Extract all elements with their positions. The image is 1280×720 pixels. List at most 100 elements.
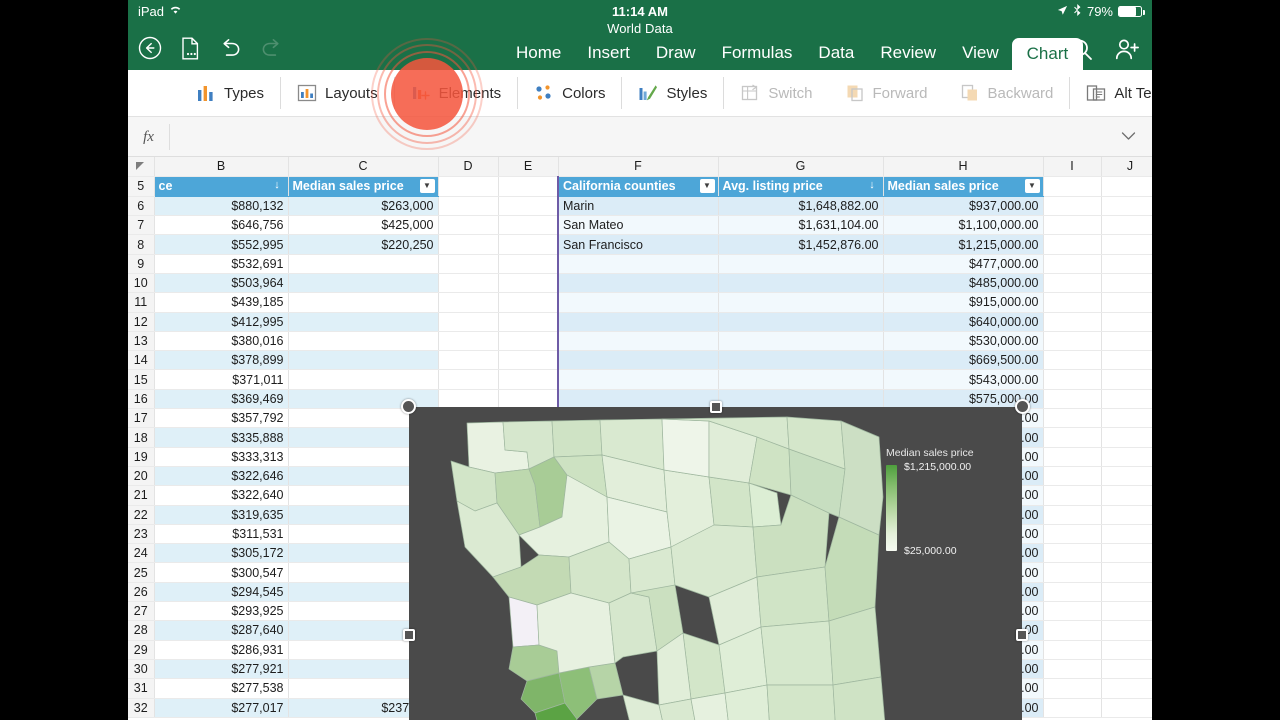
row-header[interactable]: 18 xyxy=(128,427,155,448)
cell-c[interactable] xyxy=(288,350,439,371)
cell-j[interactable] xyxy=(1101,678,1152,699)
table-row[interactable]: 7 $646,756 $425,000 San Mateo $1,631,104.00 $… xyxy=(128,215,1152,236)
cell-i[interactable] xyxy=(1043,196,1102,217)
row-header[interactable]: 10 xyxy=(128,273,155,294)
column-header-j[interactable]: J xyxy=(1101,157,1152,177)
row-header[interactable]: 29 xyxy=(128,640,155,660)
cell-b[interactable]: $369,469 xyxy=(154,389,289,410)
cell-j[interactable] xyxy=(1101,292,1152,313)
filter-dropdown-icon[interactable]: ▼ xyxy=(1024,179,1040,194)
cell-e[interactable] xyxy=(498,234,559,255)
cell-b[interactable]: $277,921 xyxy=(154,659,289,680)
cell-d[interactable] xyxy=(438,196,499,217)
cell-h[interactable]: $1,100,000.00 xyxy=(883,215,1044,236)
cell-i[interactable] xyxy=(1043,215,1102,236)
table-row[interactable]: 15 $371,011 $543,000.00 xyxy=(128,369,1152,390)
cell-j5[interactable] xyxy=(1101,176,1152,197)
cell-f[interactable] xyxy=(557,389,719,410)
cell-e[interactable] xyxy=(498,273,559,294)
cell-h[interactable]: $640,000.00 xyxy=(883,312,1044,332)
cell-i[interactable] xyxy=(1043,273,1102,294)
row-header[interactable]: 11 xyxy=(128,292,155,313)
cell-j[interactable] xyxy=(1101,562,1152,583)
cell-i[interactable] xyxy=(1043,543,1102,564)
cell-j[interactable] xyxy=(1101,408,1152,429)
table-header-cell-b[interactable]: ce ↓ xyxy=(154,176,289,197)
cell-i[interactable] xyxy=(1043,234,1102,255)
cell-i[interactable] xyxy=(1043,408,1102,429)
row-header[interactable]: 32 xyxy=(128,698,155,718)
cell-g[interactable] xyxy=(718,331,884,352)
ribbon-button-colors[interactable]: Colors xyxy=(517,77,621,109)
cell-i[interactable] xyxy=(1043,659,1102,680)
cell-i[interactable] xyxy=(1043,254,1102,274)
cell-j[interactable] xyxy=(1101,350,1152,371)
table-header-cell-c[interactable]: Median sales price ▼ xyxy=(288,176,439,197)
cell-c[interactable] xyxy=(288,273,439,294)
cell-e[interactable] xyxy=(498,369,559,390)
sort-descending-icon[interactable]: ↓ xyxy=(270,179,285,193)
cell-i[interactable] xyxy=(1043,369,1102,390)
ribbon-button-types[interactable]: Types xyxy=(180,77,280,109)
row-header[interactable]: 7 xyxy=(128,215,155,236)
row-header[interactable]: 22 xyxy=(128,505,155,525)
row-header[interactable]: 6 xyxy=(128,196,155,217)
row-header[interactable]: 24 xyxy=(128,543,155,564)
cell-j[interactable] xyxy=(1101,369,1152,390)
row-header[interactable]: 15 xyxy=(128,369,155,390)
cell-c[interactable] xyxy=(288,254,439,274)
cell-i[interactable] xyxy=(1043,350,1102,371)
cell-i[interactable] xyxy=(1043,389,1102,410)
cell-j[interactable] xyxy=(1101,196,1152,217)
cell-g[interactable]: $1,648,882.00 xyxy=(718,196,884,217)
cell-j[interactable] xyxy=(1101,331,1152,352)
table-header-cell-f[interactable]: California counties ▼ xyxy=(557,176,719,197)
cell-g[interactable] xyxy=(718,350,884,371)
cell-h[interactable]: $530,000.00 xyxy=(883,331,1044,352)
cell-i[interactable] xyxy=(1043,678,1102,699)
cell-j[interactable] xyxy=(1101,215,1152,236)
resize-handle-top-left[interactable] xyxy=(401,399,416,414)
row-header[interactable]: 26 xyxy=(128,582,155,603)
cell-b[interactable]: $322,640 xyxy=(154,485,289,506)
cell-j[interactable] xyxy=(1101,427,1152,448)
cell-e[interactable] xyxy=(498,312,559,332)
cell-d[interactable] xyxy=(438,312,499,332)
row-header[interactable]: 13 xyxy=(128,331,155,352)
row-header[interactable]: 17 xyxy=(128,408,155,429)
tab-insert[interactable]: Insert xyxy=(574,44,643,70)
cell-f[interactable] xyxy=(557,331,719,352)
cell-j[interactable] xyxy=(1101,447,1152,467)
column-header-f[interactable]: F xyxy=(558,157,719,177)
cell-b[interactable]: $439,185 xyxy=(154,292,289,313)
cell-b[interactable]: $503,964 xyxy=(154,273,289,294)
back-arrow-icon[interactable] xyxy=(138,36,162,60)
cell-d5[interactable] xyxy=(438,176,499,197)
file-menu-icon[interactable] xyxy=(180,37,201,60)
column-header-h[interactable]: H xyxy=(883,157,1044,177)
row-header[interactable]: 30 xyxy=(128,659,155,680)
row-header[interactable]: 31 xyxy=(128,678,155,699)
cell-h[interactable]: $937,000.00 xyxy=(883,196,1044,217)
filter-dropdown-icon[interactable]: ▼ xyxy=(419,179,435,194)
cell-i[interactable] xyxy=(1043,485,1102,506)
cell-j[interactable] xyxy=(1101,620,1152,641)
cell-j[interactable] xyxy=(1101,312,1152,332)
table-row[interactable]: 9 $532,691 $477,000.00 xyxy=(128,254,1152,274)
cell-j[interactable] xyxy=(1101,234,1152,255)
cell-i[interactable] xyxy=(1043,582,1102,603)
column-header-i[interactable]: I xyxy=(1043,157,1102,177)
row-header[interactable]: 16 xyxy=(128,389,155,410)
row-header[interactable]: 20 xyxy=(128,466,155,487)
cell-j[interactable] xyxy=(1101,659,1152,680)
cell-c[interactable] xyxy=(288,312,439,332)
cell-b[interactable]: $371,011 xyxy=(154,369,289,390)
cell-f[interactable]: San Mateo xyxy=(557,215,719,236)
column-header-c[interactable]: C xyxy=(288,157,439,177)
cell-j[interactable] xyxy=(1101,601,1152,622)
cell-i[interactable] xyxy=(1043,640,1102,660)
cell-b[interactable]: $300,547 xyxy=(154,562,289,583)
cell-j[interactable] xyxy=(1101,254,1152,274)
table-row[interactable]: 11 $439,185 $915,000.00 xyxy=(128,292,1152,313)
cell-b[interactable]: $277,017 xyxy=(154,698,289,718)
